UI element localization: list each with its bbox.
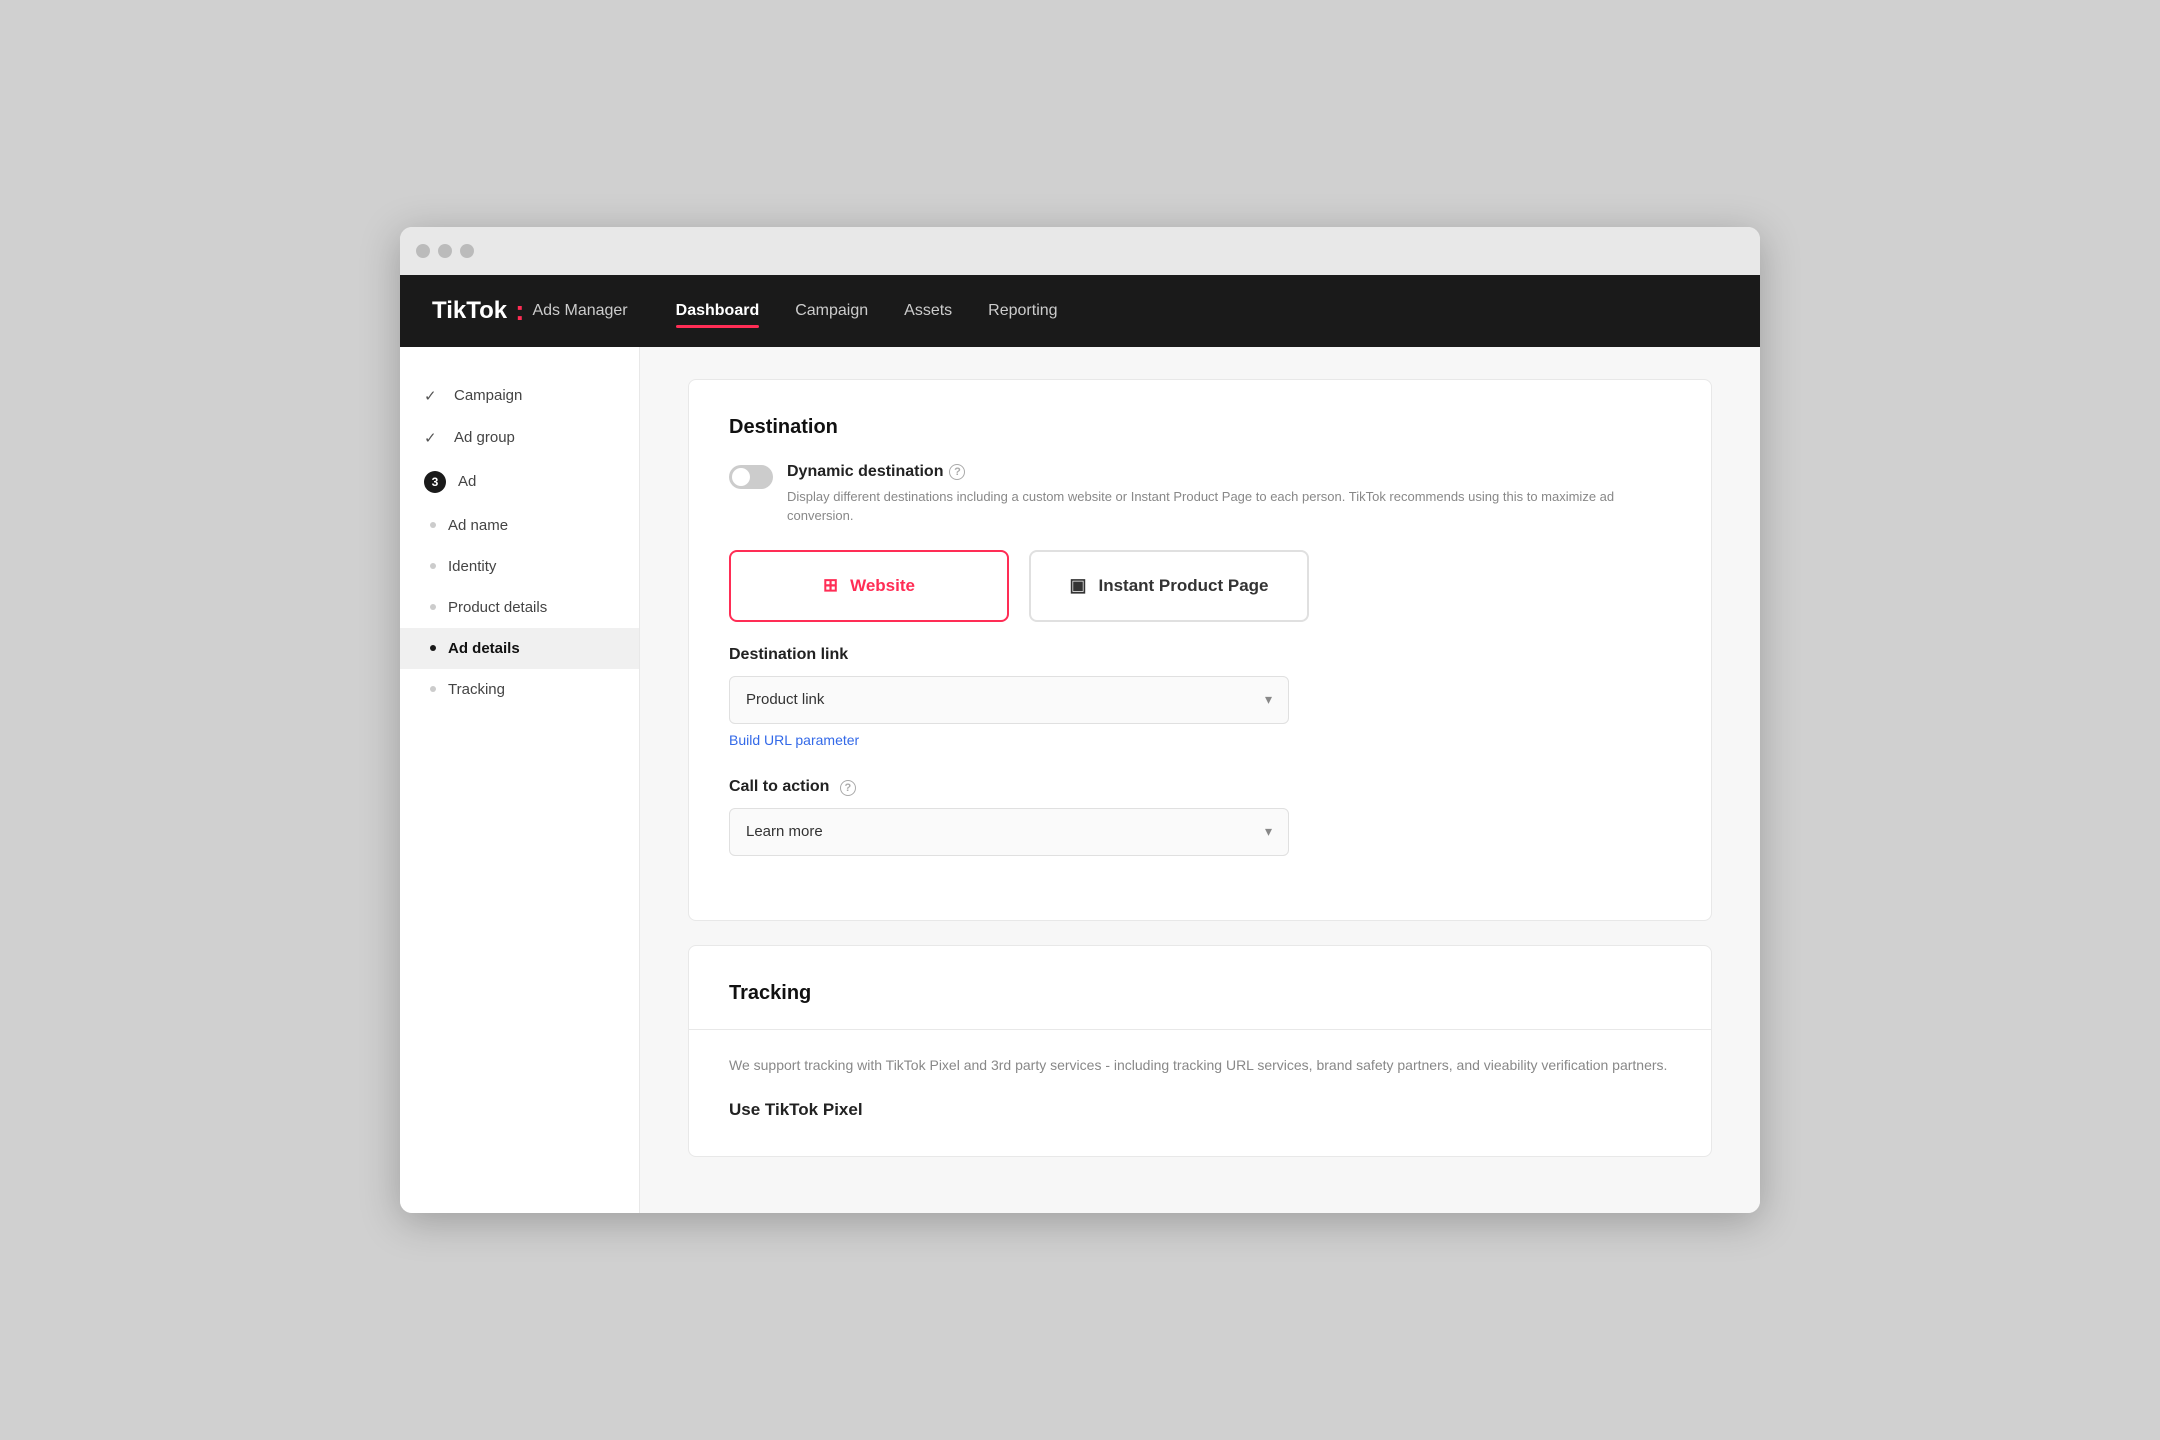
sidebar-label-tracking: Tracking (448, 681, 505, 698)
sidebar-item-tracking[interactable]: Tracking (400, 669, 639, 710)
build-url-link[interactable]: Build URL parameter (729, 732, 859, 748)
destination-type-row: ⊞ Website ▣ Instant Product Page (729, 550, 1671, 622)
use-tiktok-pixel-label: Use TikTok Pixel (729, 1100, 1671, 1120)
dynamic-destination-help-icon[interactable]: ? (949, 464, 965, 480)
bullet-ad-details (430, 645, 436, 651)
bullet-tracking (430, 686, 436, 692)
nav-assets[interactable]: Assets (904, 298, 952, 324)
destination-title: Destination (729, 416, 1671, 439)
call-to-action-label: Call to action ? (729, 778, 1671, 796)
destination-link-chevron: ▾ (1265, 691, 1272, 708)
content-area: Destination Dynamic destination ? Displa… (640, 347, 1760, 1213)
instant-page-icon: ▣ (1069, 575, 1086, 596)
nav-items: Dashboard Campaign Assets Reporting (676, 298, 1058, 324)
dest-type-website-label: Website (850, 576, 915, 596)
call-to-action-help-icon[interactable]: ? (840, 780, 856, 796)
main-layout: ✓ Campaign ✓ Ad group 3 Ad Ad name Ident… (400, 347, 1760, 1213)
brand-logo: TikTok : Ads Manager (432, 297, 628, 325)
number-badge-ad: 3 (424, 471, 446, 493)
dynamic-destination-description: Display different destinations including… (787, 487, 1671, 526)
sidebar-label-ad: Ad (458, 473, 476, 490)
dynamic-destination-row: Dynamic destination ? Display different … (729, 463, 1671, 526)
sidebar-item-ad-group[interactable]: ✓ Ad group (400, 417, 639, 459)
sidebar-item-ad-details[interactable]: Ad details (400, 628, 639, 669)
destination-link-label: Destination link (729, 646, 1671, 664)
traffic-light-minimize[interactable] (438, 244, 452, 258)
app-window: TikTok : Ads Manager Dashboard Campaign … (400, 227, 1760, 1213)
dest-type-website-button[interactable]: ⊞ Website (729, 550, 1009, 622)
sidebar-label-ad-name: Ad name (448, 517, 508, 534)
destination-link-select[interactable]: Product link ▾ (729, 676, 1289, 724)
destination-link-group: Destination link Product link ▾ Build UR… (729, 646, 1671, 750)
sidebar-item-identity[interactable]: Identity (400, 546, 639, 587)
sidebar-label-product-details: Product details (448, 599, 547, 616)
call-to-action-value: Learn more (746, 823, 823, 840)
dest-type-instant-page-button[interactable]: ▣ Instant Product Page (1029, 550, 1309, 622)
nav-dashboard[interactable]: Dashboard (676, 298, 760, 324)
sidebar-item-product-details[interactable]: Product details (400, 587, 639, 628)
tracking-divider (689, 1029, 1711, 1030)
check-icon-ad-group: ✓ (424, 429, 442, 447)
sidebar-item-campaign[interactable]: ✓ Campaign (400, 375, 639, 417)
sidebar-label-campaign: Campaign (454, 387, 522, 404)
call-to-action-chevron: ▾ (1265, 823, 1272, 840)
sidebar: ✓ Campaign ✓ Ad group 3 Ad Ad name Ident… (400, 347, 640, 1213)
sidebar-label-ad-group: Ad group (454, 429, 515, 446)
dynamic-destination-toggle[interactable] (729, 465, 773, 489)
website-icon: ⊞ (823, 575, 838, 596)
title-bar (400, 227, 1760, 275)
bullet-product-details (430, 604, 436, 610)
tracking-description: We support tracking with TikTok Pixel an… (729, 1054, 1671, 1076)
traffic-light-close[interactable] (416, 244, 430, 258)
call-to-action-select[interactable]: Learn more ▾ (729, 808, 1289, 856)
check-icon-campaign: ✓ (424, 387, 442, 405)
sidebar-label-identity: Identity (448, 558, 496, 575)
top-navigation: TikTok : Ads Manager Dashboard Campaign … (400, 275, 1760, 347)
tracking-card: Tracking We support tracking with TikTok… (688, 945, 1712, 1157)
bullet-identity (430, 563, 436, 569)
call-to-action-group: Call to action ? Learn more ▾ (729, 778, 1671, 856)
nav-reporting[interactable]: Reporting (988, 298, 1057, 324)
dest-type-instant-page-label: Instant Product Page (1098, 576, 1268, 596)
brand-tiktok-text: TikTok (432, 297, 507, 325)
bullet-ad-name (430, 522, 436, 528)
sidebar-label-ad-details: Ad details (448, 640, 520, 657)
sidebar-item-ad-name[interactable]: Ad name (400, 505, 639, 546)
destination-link-value: Product link (746, 691, 824, 708)
brand-dot: : (515, 297, 524, 325)
destination-card: Destination Dynamic destination ? Displa… (688, 379, 1712, 921)
dynamic-destination-label: Dynamic destination ? (787, 463, 1671, 481)
sidebar-item-ad[interactable]: 3 Ad (400, 459, 639, 505)
tracking-title: Tracking (729, 982, 1671, 1005)
traffic-light-fullscreen[interactable] (460, 244, 474, 258)
nav-campaign[interactable]: Campaign (795, 298, 868, 324)
brand-sub-text: Ads Manager (532, 302, 627, 320)
dynamic-destination-content: Dynamic destination ? Display different … (787, 463, 1671, 526)
